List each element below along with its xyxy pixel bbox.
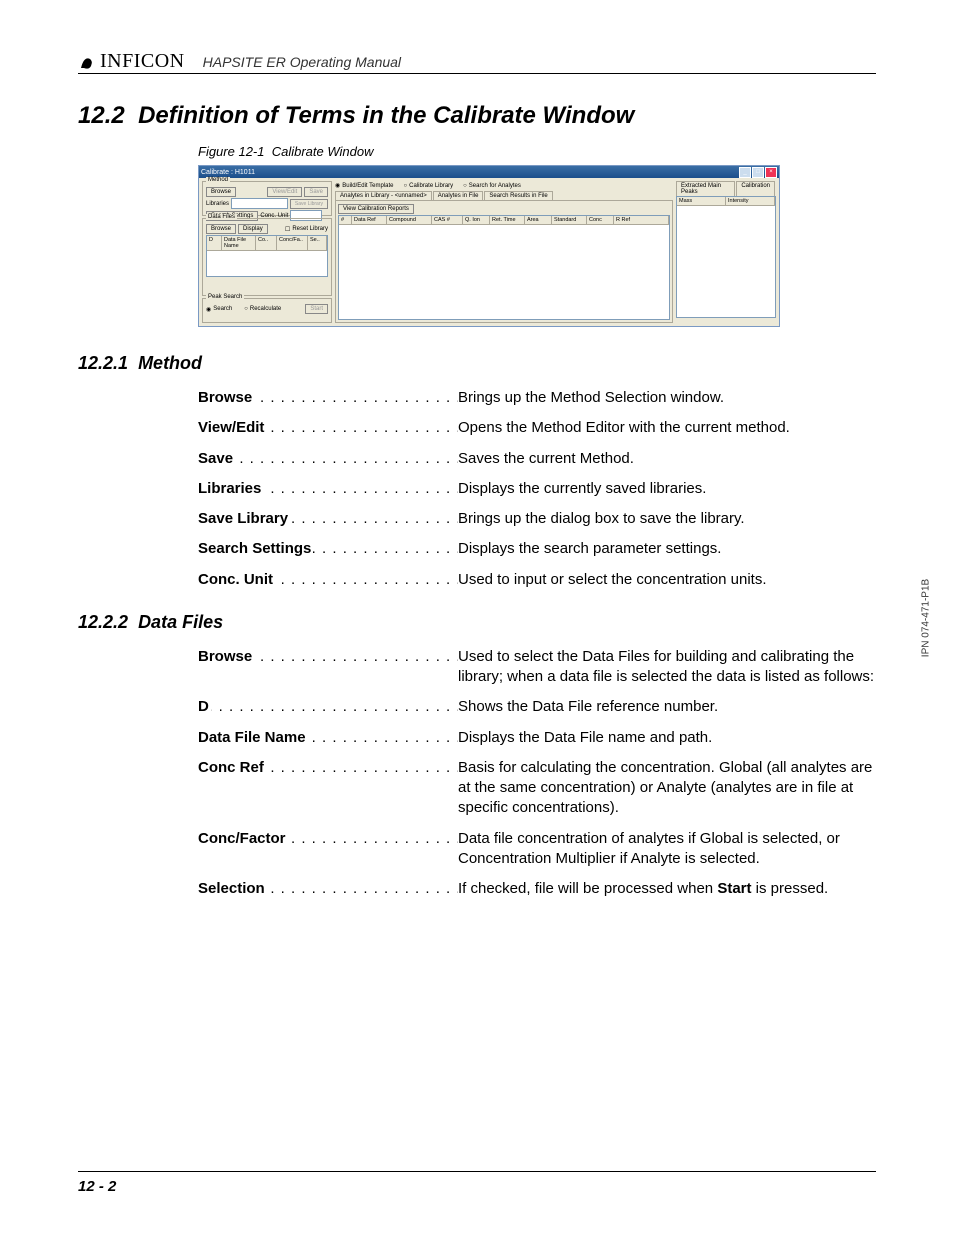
brand-logo: INFICON: [78, 50, 185, 73]
build-template-radio[interactable]: ◉: [335, 182, 340, 189]
def-searchsettings: Search SettingsDisplays the search param…: [198, 539, 876, 559]
save-button[interactable]: Save: [304, 187, 328, 197]
df-display-button[interactable]: Display: [238, 224, 268, 234]
method-group: Method Browse View/Edit Save Libraries S…: [202, 181, 332, 216]
tab-calibration[interactable]: Calibration: [736, 181, 775, 196]
minimize-icon[interactable]: _: [739, 167, 751, 178]
viewedit-button[interactable]: View/Edit: [267, 187, 302, 197]
reset-library-checkbox[interactable]: ☐: [285, 226, 290, 233]
close-icon[interactable]: ×: [765, 167, 777, 178]
subsection-datafiles: 12.2.2 Data Files: [78, 612, 876, 633]
def-browse: BrowseBrings up the Method Selection win…: [198, 388, 876, 408]
def-df-browse: BrowseUsed to select the Data Files for …: [198, 647, 876, 688]
calibrate-library-radio[interactable]: ○: [404, 183, 408, 189]
logo-icon: [78, 53, 96, 71]
maximize-icon[interactable]: □: [752, 167, 764, 178]
def-df-concref: Conc RefBasis for calculating the concen…: [198, 758, 876, 819]
analytes-table[interactable]: # Data Ref Compound CAS # Q. Ion Ret. Ti…: [338, 215, 670, 320]
recalculate-radio[interactable]: ○: [244, 306, 248, 312]
def-df-concfactor: Conc/FactorData file concentration of an…: [198, 829, 876, 870]
page-number: 12 - 2: [78, 1178, 116, 1195]
def-libraries: LibrariesDisplays the currently saved li…: [198, 479, 876, 499]
method-definitions: BrowseBrings up the Method Selection win…: [198, 388, 876, 590]
window-title: Calibrate : H1011: [201, 169, 255, 176]
calibrate-window-screenshot: Calibrate : H1011 _ □ × Method Browse Vi…: [198, 165, 780, 327]
def-save: SaveSaves the current Method.: [198, 449, 876, 469]
def-df-name: Data File NameDisplays the Data File nam…: [198, 728, 876, 748]
datafiles-group: Data Files Browse Display ☐ Reset Librar…: [202, 218, 332, 296]
peak-search-group: Peak Search ◉ Search ○ Recalculate Start: [202, 298, 332, 323]
view-cal-reports-button[interactable]: View Calibration Reports: [338, 204, 414, 214]
def-savelibrary: Save LibraryBrings up the dialog box to …: [198, 509, 876, 529]
tab-analytes-library[interactable]: Analytes in Library - <unnamed>: [335, 191, 432, 200]
def-viewedit: View/EditOpens the Method Editor with th…: [198, 418, 876, 438]
window-titlebar: Calibrate : H1011 _ □ ×: [199, 166, 779, 178]
def-df-d: DShows the Data File reference number.: [198, 697, 876, 717]
search-analytes-radio[interactable]: ○: [463, 183, 467, 189]
tab-analytes-file[interactable]: Analytes in File: [433, 191, 484, 200]
df-browse-button[interactable]: Browse: [206, 224, 236, 234]
libraries-dropdown[interactable]: [231, 198, 288, 209]
datafiles-table[interactable]: D Data File Name Co.. Conc/Fa.. Se..: [206, 235, 328, 277]
def-df-selection: SelectionIf checked, file will be proces…: [198, 879, 876, 899]
ipn-label: IPN 074-471-P1B: [920, 578, 931, 656]
page-header: INFICON HAPSITE ER Operating Manual: [78, 50, 876, 74]
tab-extracted-peaks[interactable]: Extracted Main Peaks: [676, 181, 735, 196]
datafiles-definitions: BrowseUsed to select the Data Files for …: [198, 647, 876, 900]
manual-title: HAPSITE ER Operating Manual: [203, 54, 876, 74]
subsection-method: 12.2.1 Method: [78, 353, 876, 374]
figure-caption: Figure 12-1 Calibrate Window: [198, 144, 876, 159]
brand-text: INFICON: [100, 50, 185, 73]
savelib-button[interactable]: Save Library: [290, 199, 328, 209]
browse-button[interactable]: Browse: [206, 187, 236, 197]
page-footer: 12 - 2: [78, 1171, 876, 1195]
peaks-table[interactable]: Mass Intensity: [676, 196, 776, 318]
start-button[interactable]: Start: [305, 304, 328, 314]
def-concunit: Conc. UnitUsed to input or select the co…: [198, 570, 876, 590]
section-heading: 12.2 Definition of Terms in the Calibrat…: [78, 102, 876, 130]
tab-search-results[interactable]: Search Results in File: [484, 191, 552, 200]
search-radio[interactable]: ◉: [206, 306, 211, 313]
